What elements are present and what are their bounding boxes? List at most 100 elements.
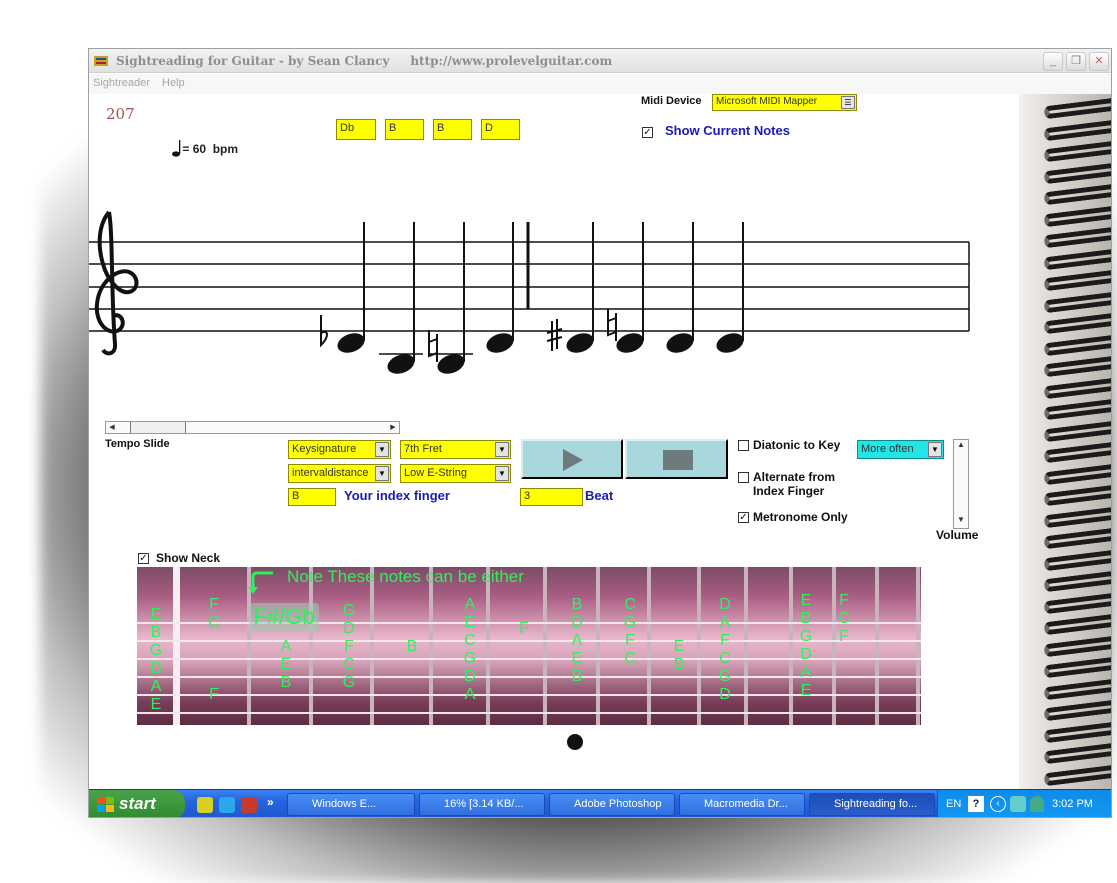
menu-help[interactable]: Help xyxy=(162,77,185,89)
spiral-coil xyxy=(1043,678,1111,700)
help-icon[interactable]: ? xyxy=(968,796,984,812)
menu-sightreader[interactable]: Sightreader xyxy=(93,77,150,89)
neck-note-label: G xyxy=(623,614,637,631)
scroll-down-icon[interactable]: ▼ xyxy=(954,515,968,528)
neck-note-label: E xyxy=(464,614,476,631)
note-box-3[interactable]: B xyxy=(433,119,472,140)
metronome-checkbox[interactable]: ✓ xyxy=(738,512,749,523)
stop-button[interactable] xyxy=(625,439,728,479)
neck-note-label: E xyxy=(150,606,162,623)
interval-value: intervaldistance xyxy=(292,467,369,479)
fret-wire xyxy=(429,567,433,725)
minimize-button[interactable]: _ xyxy=(1043,52,1063,71)
keysignature-select[interactable]: Keysignature ▼ xyxy=(288,440,391,459)
neck-note-label: F xyxy=(209,596,219,613)
spiral-coil xyxy=(1043,334,1111,356)
note-box-4[interactable]: D xyxy=(481,119,520,140)
task-photoshop[interactable]: Adobe Photoshop xyxy=(549,793,675,816)
language-indicator[interactable]: EN xyxy=(946,798,961,810)
neck-note-label: C xyxy=(464,632,476,649)
note-counter: 207 xyxy=(106,105,135,123)
chevron-down-icon[interactable]: ▼ xyxy=(375,442,389,457)
fret-wire xyxy=(596,567,600,725)
close-button[interactable]: ✕ xyxy=(1089,52,1109,71)
start-button[interactable]: start xyxy=(89,790,185,817)
spiral-coil xyxy=(1043,119,1111,141)
beat-input[interactable]: 3 xyxy=(520,488,583,506)
scroll-up-icon[interactable]: ▲ xyxy=(954,440,968,453)
neck-note-label: E xyxy=(280,656,292,673)
midi-device-select[interactable]: Microsoft MIDI Mapper ☰ xyxy=(712,94,857,111)
midi-device-value: Microsoft MIDI Mapper xyxy=(716,96,818,107)
chevron-down-icon[interactable]: ▼ xyxy=(928,442,942,457)
tempo-value: 60 xyxy=(192,142,207,156)
neck-note-label: A xyxy=(800,664,812,681)
tempo-slider[interactable]: ◀ ▶ xyxy=(105,421,400,434)
quicklaunch-expand-icon[interactable]: » xyxy=(267,795,274,809)
spiral-coil xyxy=(1043,248,1111,270)
treble-clef-icon xyxy=(94,210,139,356)
task-sightreading[interactable]: Sightreading fo... xyxy=(809,793,935,816)
frequency-select[interactable]: More often ▼ xyxy=(857,440,944,459)
spiral-coil xyxy=(1043,183,1111,206)
quicklaunch-ie-icon[interactable] xyxy=(219,797,235,813)
fret-wire xyxy=(697,567,701,725)
note-head xyxy=(716,333,744,353)
neck-note-label: C xyxy=(838,610,850,627)
chevron-down-icon[interactable]: ▼ xyxy=(495,466,509,481)
neck-note-label: A xyxy=(464,686,476,703)
index-finger-input[interactable]: B xyxy=(288,488,336,506)
task-download[interactable]: 16% [3.14 KB/... xyxy=(419,793,545,816)
maximize-button[interactable]: ❐ xyxy=(1066,52,1086,71)
chevron-down-icon[interactable]: ▼ xyxy=(495,442,509,457)
tray-expand-icon[interactable]: ‹ xyxy=(990,796,1006,812)
network-icon[interactable] xyxy=(1010,796,1026,812)
show-neck-label: Show Neck xyxy=(156,551,221,565)
quarter-note-icon xyxy=(172,140,181,157)
fret-wire xyxy=(744,567,748,725)
midi-device-label: Midi Device xyxy=(641,95,702,107)
scroll-right-icon[interactable]: ▶ xyxy=(387,422,399,433)
neck-note-label: D xyxy=(343,620,355,637)
user-icon[interactable] xyxy=(1030,796,1044,812)
spiral-coil xyxy=(1043,140,1111,163)
interval-select[interactable]: intervaldistance ▼ xyxy=(288,464,391,483)
title-bar[interactable]: Sightreading for Guitar - by Sean Clancy… xyxy=(89,49,1111,73)
chevron-down-icon[interactable]: ▼ xyxy=(375,466,389,481)
fret-wire xyxy=(173,567,180,725)
show-current-notes-checkbox[interactable]: ✓ xyxy=(642,127,653,138)
alternate-checkbox[interactable] xyxy=(738,472,749,483)
volume-slider[interactable]: ▲ ▼ xyxy=(953,439,969,529)
task-windows-explorer[interactable]: Windows E... xyxy=(287,793,415,816)
neck-note-label: B xyxy=(571,596,583,613)
spinner-icon[interactable]: ☰ xyxy=(841,96,855,109)
fret-wire xyxy=(370,567,374,725)
quicklaunch-icon-1[interactable] xyxy=(197,797,213,813)
neck-note-label: E xyxy=(150,696,162,713)
diatonic-checkbox[interactable] xyxy=(738,440,749,451)
note-box-1[interactable]: Db xyxy=(336,119,376,140)
spiral-coil xyxy=(1043,205,1111,227)
string-select[interactable]: Low E-String ▼ xyxy=(400,464,511,483)
quicklaunch-icon-3[interactable] xyxy=(241,797,257,813)
neck-note-label: A xyxy=(280,638,292,655)
spiral-coil xyxy=(1043,742,1111,765)
fret-wire xyxy=(543,567,547,725)
neck-note-label: F xyxy=(625,632,635,649)
neck-note-label: F xyxy=(209,686,219,703)
windows-logo-icon xyxy=(97,797,114,812)
note-box-2[interactable]: B xyxy=(385,119,424,140)
show-neck-checkbox[interactable]: ✓ xyxy=(138,553,149,564)
system-tray: EN ? ‹ 3:02 PM xyxy=(937,790,1111,817)
fret-wire xyxy=(486,567,490,725)
frequency-value: More often xyxy=(861,443,914,455)
window-title: Sightreading for Guitar - by Sean Clancy… xyxy=(116,54,613,68)
play-button[interactable] xyxy=(521,439,623,479)
task-dreamweaver[interactable]: Macromedia Dr... xyxy=(679,793,805,816)
neck-note-label: E xyxy=(571,650,583,667)
tempo-slider-thumb[interactable] xyxy=(129,422,186,433)
fret-select[interactable]: 7th Fret ▼ xyxy=(400,440,511,459)
scroll-left-icon[interactable]: ◀ xyxy=(106,422,118,433)
spiral-coil xyxy=(1043,226,1111,249)
neck-note-label: C xyxy=(719,650,731,667)
